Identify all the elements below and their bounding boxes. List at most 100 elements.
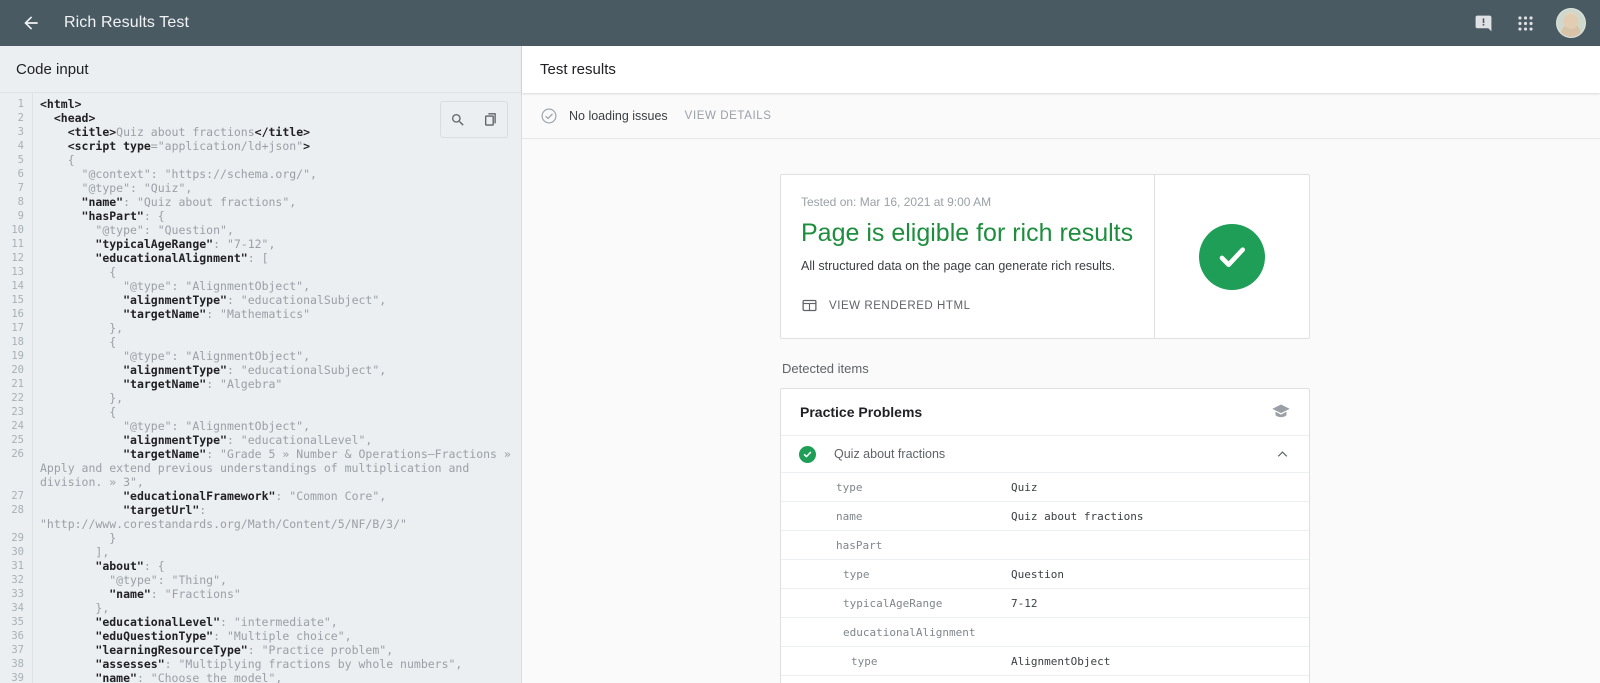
test-results-scroll[interactable]: No loading issues VIEW DETAILS Tested on…: [522, 93, 1600, 683]
code-line: 5 {: [0, 153, 521, 167]
code-line: 26 "targetName": "Grade 5 » Number & Ope…: [0, 447, 521, 489]
property-key: educationalAlignment: [781, 626, 1011, 639]
results-content: Tested on: Mar 16, 2021 at 9:00 AM Page …: [522, 139, 1600, 683]
line-content: "hasPart": {: [32, 209, 521, 223]
code-line: 39 "name": "Choose the model",: [0, 671, 521, 683]
search-icon: [450, 112, 466, 128]
line-number: 32: [0, 573, 32, 587]
loading-status-text: No loading issues: [569, 109, 668, 123]
line-content: "assesses": "Multiplying fractions by wh…: [32, 657, 521, 671]
line-content: "educationalAlignment": [: [32, 251, 521, 265]
line-number: 7: [0, 181, 32, 195]
detected-entity-row[interactable]: Quiz about fractions: [781, 436, 1309, 473]
line-number: 38: [0, 657, 32, 671]
check-circle-filled-icon: [799, 446, 816, 463]
property-row: typeAlignmentObject: [781, 647, 1309, 676]
line-content: {: [32, 405, 521, 419]
line-number: 34: [0, 601, 32, 615]
line-content: "name": "Fractions": [32, 587, 521, 601]
line-number: 10: [0, 223, 32, 237]
code-line: 36 "eduQuestionType": "Multiple choice",: [0, 629, 521, 643]
code-search-button[interactable]: [441, 102, 474, 137]
code-line: 29 }: [0, 531, 521, 545]
feedback-button[interactable]: [1466, 6, 1500, 40]
code-copy-button[interactable]: [474, 102, 507, 137]
line-number: 3: [0, 125, 32, 139]
graduation-cap-icon: [1271, 402, 1291, 422]
code-line: 14 "@type": "AlignmentObject",: [0, 279, 521, 293]
line-number: 33: [0, 587, 32, 601]
property-value: Question: [1011, 568, 1064, 581]
line-number: 2: [0, 111, 32, 125]
line-number: 22: [0, 391, 32, 405]
code-line: 9 "hasPart": {: [0, 209, 521, 223]
code-line: 34 },: [0, 601, 521, 615]
eligibility-subtext: All structured data on the page can gene…: [801, 257, 1132, 275]
code-line: 28 "targetUrl": "http://www.corestandard…: [0, 503, 521, 531]
app-header: Rich Results Test: [0, 0, 1600, 46]
line-content: "@type": "AlignmentObject",: [32, 419, 521, 433]
code-line: 23 {: [0, 405, 521, 419]
detected-item-properties: typeQuiznameQuiz about fractionshasPartt…: [781, 473, 1309, 683]
apps-grid-icon: [1516, 14, 1535, 33]
line-content: "targetUrl": "http://www.corestandards.o…: [32, 503, 521, 531]
property-row: alignmentTypeeducationalSubject: [781, 676, 1309, 683]
property-row: educationalAlignment: [781, 618, 1309, 647]
property-row: hasPart: [781, 531, 1309, 560]
code-line: 13 {: [0, 265, 521, 279]
line-content: {: [32, 335, 521, 349]
line-content: <script type="application/ld+json">: [32, 139, 521, 153]
code-line: 38 "assesses": "Multiplying fractions by…: [0, 657, 521, 671]
code-line: 15 "alignmentType": "educationalSubject"…: [0, 293, 521, 307]
line-content: }: [32, 531, 521, 545]
property-key: type: [781, 568, 1011, 581]
line-number: 27: [0, 489, 32, 503]
line-number: 30: [0, 545, 32, 559]
code-tools-group: [440, 101, 508, 138]
line-content: "learningResourceType": "Practice proble…: [32, 643, 521, 657]
code-line: 30 ],: [0, 545, 521, 559]
avatar[interactable]: [1556, 8, 1586, 38]
line-number: 19: [0, 349, 32, 363]
code-line: 18 {: [0, 335, 521, 349]
page-title: Rich Results Test: [64, 14, 189, 32]
tested-on-timestamp: Tested on: Mar 16, 2021 at 9:00 AM: [801, 195, 1132, 209]
property-value: 7-12: [1011, 597, 1038, 610]
code-line: 7 "@type": "Quiz",: [0, 181, 521, 195]
back-button[interactable]: [18, 10, 44, 36]
property-row: typeQuiz: [781, 473, 1309, 502]
property-row: typicalAgeRange7-12: [781, 589, 1309, 618]
line-content: "about": {: [32, 559, 521, 573]
line-content: "@type": "AlignmentObject",: [32, 279, 521, 293]
check-circle-filled-icon: [1199, 224, 1265, 290]
detected-items-label: Detected items: [782, 361, 1600, 376]
loading-status-bar: No loading issues VIEW DETAILS: [522, 93, 1600, 139]
view-details-link[interactable]: VIEW DETAILS: [685, 110, 772, 122]
line-content: "@context": "https://schema.org/",: [32, 167, 521, 181]
code-editor[interactable]: 1<html>2 <head>3 <title>Quiz about fract…: [0, 93, 521, 683]
view-rendered-html-button[interactable]: VIEW RENDERED HTML: [801, 297, 1132, 314]
detected-item-card: Practice Problems: [780, 388, 1310, 683]
code-line: 37 "learningResourceType": "Practice pro…: [0, 643, 521, 657]
code-lines-container[interactable]: 1<html>2 <head>3 <title>Quiz about fract…: [0, 93, 521, 683]
line-number: 20: [0, 363, 32, 377]
line-number: 26: [0, 447, 32, 489]
line-number: 25: [0, 433, 32, 447]
line-content: },: [32, 391, 521, 405]
chevron-up-icon[interactable]: [1274, 446, 1291, 463]
line-content: "@type": "Question",: [32, 223, 521, 237]
test-results-header: Test results: [522, 46, 1600, 93]
line-content: ],: [32, 545, 521, 559]
property-value: Quiz: [1011, 481, 1038, 494]
google-apps-button[interactable]: [1508, 6, 1542, 40]
line-content: },: [32, 601, 521, 615]
line-number: 24: [0, 419, 32, 433]
line-content: "eduQuestionType": "Multiple choice",: [32, 629, 521, 643]
line-content: "name": "Quiz about fractions",: [32, 195, 521, 209]
line-number: 15: [0, 293, 32, 307]
code-line: 4 <script type="application/ld+json">: [0, 139, 521, 153]
main-split: Code input 1<html>2 <head>3 <title>Quiz …: [0, 46, 1600, 683]
line-content: "@type": "AlignmentObject",: [32, 349, 521, 363]
line-content: "targetName": "Mathematics": [32, 307, 521, 321]
property-key: typicalAgeRange: [781, 597, 1011, 610]
